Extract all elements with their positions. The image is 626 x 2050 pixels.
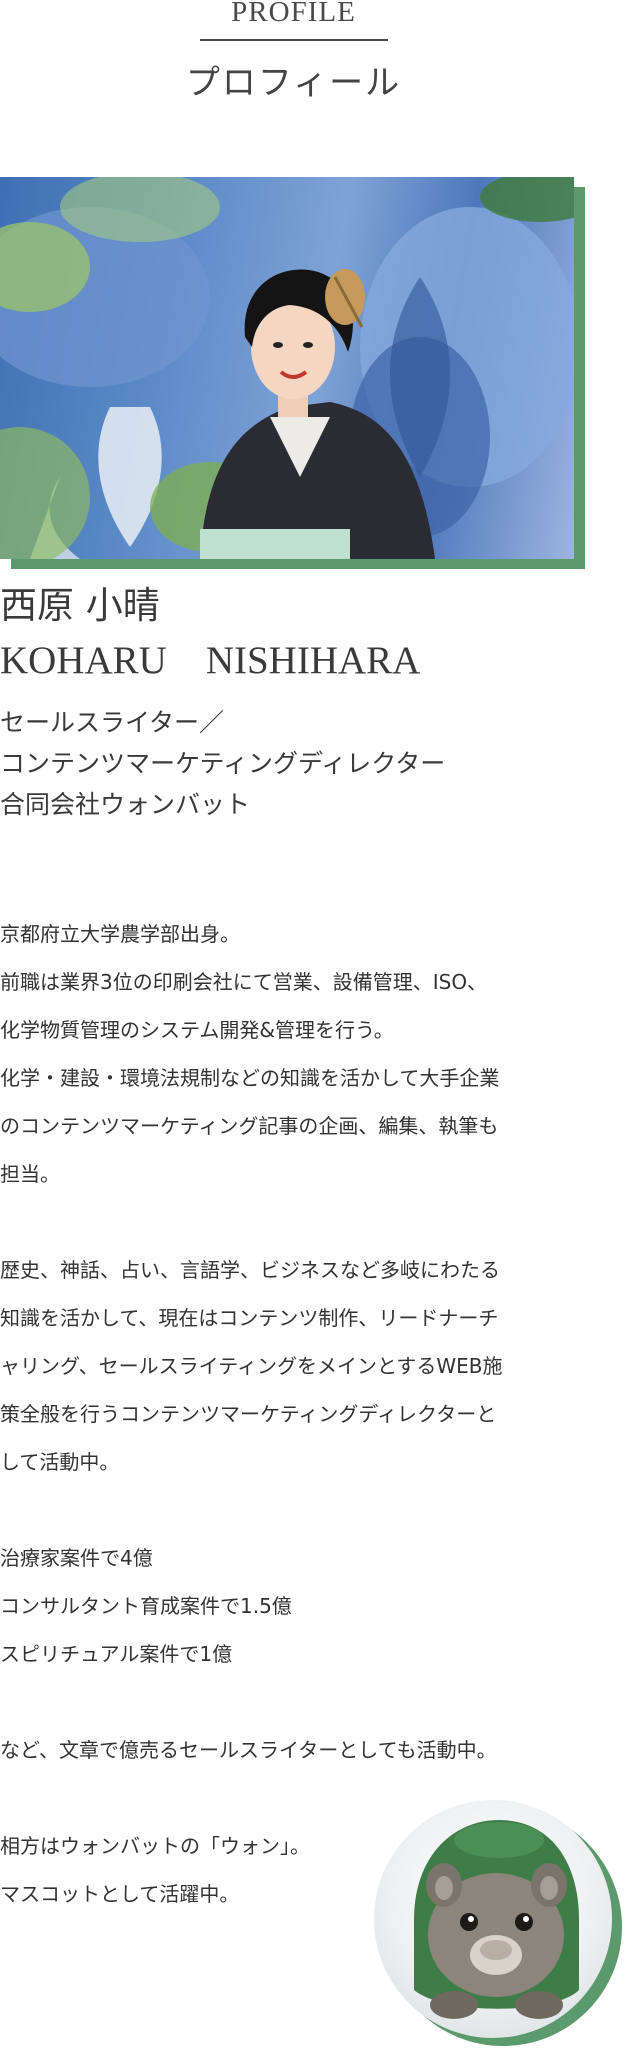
title-line: コンテンツマーケティングディレクター [0, 749, 446, 778]
profile-bio: 京都府立大学農学部出身。 前職は業界3位の印刷会社にて営業、設備管理、ISO、 … [0, 910, 600, 1918]
title-line: 合同会社ウォンバット [0, 790, 251, 819]
bio-line: ャリング、セールスライティングをメインとするWEB施 [0, 1354, 503, 1378]
heading-divider [199, 39, 388, 41]
mascot-photo [374, 1800, 612, 2038]
profile-name-en: KOHARU NISHIHARA [0, 639, 421, 682]
profile-photo [0, 177, 574, 559]
profile-photo-frame [0, 177, 585, 569]
bio-spacer [0, 1678, 600, 1726]
bio-line: して活動中。 [0, 1450, 120, 1474]
profile-name-ja: 西原 小晴 [0, 584, 160, 627]
bio-line: など、文章で億売るセールスライターとしても活動中。 [0, 1738, 497, 1762]
mascot-photo-frame [374, 1800, 624, 2050]
section-title-ja: プロフィール [185, 63, 402, 103]
section-title-en: PROFILE [231, 0, 356, 28]
bio-line: コンサルタント育成案件で1.5億 [0, 1594, 292, 1618]
bio-line: 治療家案件で4億 [0, 1546, 153, 1570]
bio-line: 策全般を行うコンテンツマーケティングディレクターと [0, 1402, 497, 1426]
bio-line: 担当。 [0, 1162, 60, 1186]
wombat-mascot-illustration [414, 1820, 579, 2019]
bio-line: 化学・建設・環境法規制などの知識を活かして大手企業 [0, 1066, 500, 1090]
bio-line: 知識を活かして、現在はコンテンツ制作、リードナーチ [0, 1306, 499, 1330]
bio-line: 前職は業界3位の印刷会社にて営業、設備管理、ISO、 [0, 970, 488, 994]
bio-line: 化学物質管理のシステム開発&管理を行う。 [0, 1018, 394, 1042]
bio-line: スピリチュアル案件で1億 [0, 1642, 233, 1666]
bio-spacer [0, 1486, 600, 1534]
bio-line: 歴史、神話、占い、言語学、ビジネスなど多岐にわたる [0, 1258, 500, 1282]
profile-heading: PROFILE プロフィール [0, 0, 587, 103]
bio-spacer [0, 1198, 600, 1246]
title-line: セールスライター／ [0, 708, 225, 737]
profile-titles: セールスライター／ コンテンツマーケティングディレクター 合同会社ウォンバット [0, 702, 445, 825]
bio-line: のコンテンツマーケティング記事の企画、編集、執筆も [0, 1114, 499, 1138]
profile-photo-illustration [0, 177, 574, 559]
bio-line: 京都府立大学農学部出身。 [0, 922, 240, 946]
